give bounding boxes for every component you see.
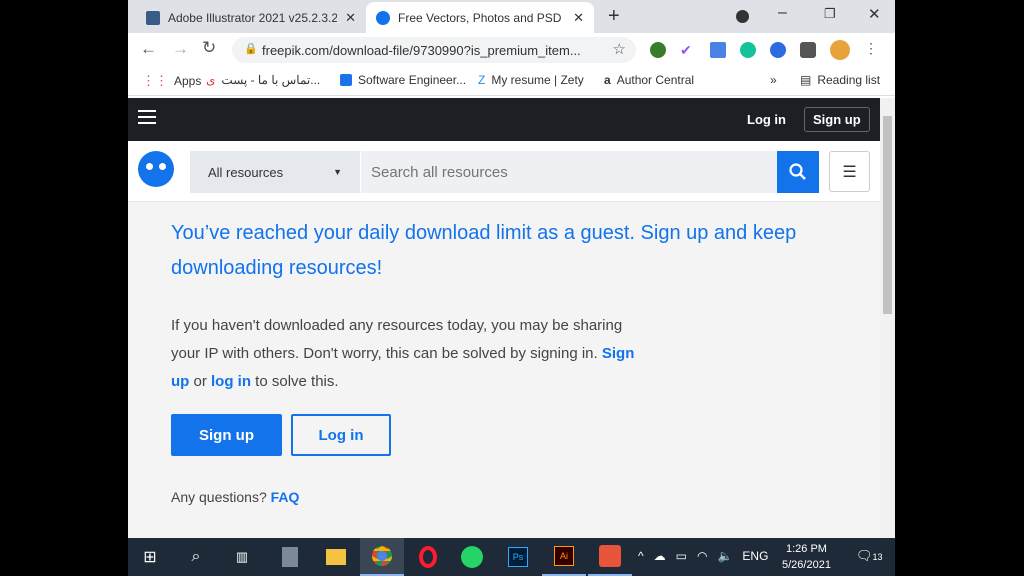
minimize-button[interactable]: – [778,4,787,22]
scrollbar-thumb[interactable] [883,116,892,314]
screen: Adobe Illustrator 2021 v25.2.3.25 ✕ Free… [128,0,895,576]
reading-list-icon: ▤ [800,73,812,87]
opera-icon [419,546,437,568]
new-tab-button[interactable]: + [608,5,620,28]
extension-check-icon[interactable]: ✔ [680,42,696,58]
browser-toolbar: ← → ↻ 🔒 freepik.com/download-file/973099… [128,33,895,67]
onedrive-icon[interactable]: ☁ [654,549,666,563]
extension-translate-icon[interactable] [710,42,726,58]
taskbar: ⊞ ⌕ ▥ Ps Ai ^ ☁ ▭ ◠ 🔈 ENG 1:26 PM 5/26/20… [128,538,895,576]
back-icon[interactable]: ← [140,39,157,59]
sliders-icon: ☰ [842,163,857,181]
extension-grammarly-icon[interactable] [740,42,756,58]
resource-select[interactable]: All resources ▼ [190,151,360,193]
bookmark-contact[interactable]: ى تماس با ما - پست... [206,73,320,87]
close-tab-icon[interactable]: ✕ [345,10,356,26]
caret-down-icon: ▼ [333,167,342,177]
notification-icon: 🗨 [856,548,873,563]
opera-app[interactable] [406,538,450,576]
bookmarks-bar: ⋮⋮ Apps ى تماس با ما - پست... Software Eng… [128,67,895,96]
filters-button[interactable]: ☰ [829,151,870,192]
clock[interactable]: 1:26 PM 5/26/2021 [782,541,831,573]
zety-icon: Z [478,73,486,87]
info-text: If you haven't downloaded any resources … [171,317,635,390]
wifi-icon[interactable]: ◠ [697,549,707,563]
tab-bar: Adobe Illustrator 2021 v25.2.3.25 ✕ Free… [128,0,895,33]
search-icon [789,163,806,180]
extensions: ✔ ⋮ [650,40,878,60]
avatar[interactable] [830,40,850,60]
search-icon: ⌕ [191,548,201,565]
battery-icon[interactable]: ▭ [676,549,687,563]
search-button[interactable] [777,151,819,193]
camtasia-app[interactable] [588,538,632,576]
search-input[interactable] [361,151,777,193]
nav-signup-button[interactable]: Sign up [804,107,870,132]
photoshop-app[interactable]: Ps [496,538,540,576]
search-row: All resources▼ ☰ [128,141,880,202]
whatsapp-app[interactable] [450,538,494,576]
chevron-up-icon[interactable]: ^ [638,549,644,563]
post-icon: ى [206,73,216,87]
extension-at-icon[interactable] [770,42,786,58]
notifications-button[interactable]: 🗨13 [856,548,883,564]
signup-button[interactable]: Sign up [171,414,282,456]
volume-icon[interactable]: 🔈 [717,549,732,563]
bookmark-software-engineer[interactable]: Software Engineer... [340,73,466,87]
apps-grid-icon: ⋮⋮ [142,73,168,88]
amazon-icon: a [604,73,611,87]
whatsapp-icon [461,546,483,568]
language-indicator[interactable]: ENG [742,549,768,563]
calculator-icon [282,547,298,567]
folder-icon [326,549,346,565]
login-button[interactable]: Log in [291,414,391,456]
search-taskbar-button[interactable]: ⌕ [174,538,218,576]
tab-illustrator[interactable]: Adobe Illustrator 2021 v25.2.3.25 ✕ [136,2,366,33]
file-explorer-app[interactable] [314,538,358,576]
freepik-logo[interactable] [138,151,174,187]
forward-icon[interactable]: → [172,39,189,59]
profile-menu-icon[interactable] [736,10,749,23]
illustrator-app[interactable]: Ai [542,538,586,576]
menu-dots-icon[interactable]: ⋮ [864,40,878,60]
bookmark-author-central[interactable]: a Author Central [604,73,694,87]
close-window-button[interactable]: ✕ [868,5,881,23]
tab-freepik[interactable]: Free Vectors, Photos and PSD Do ✕ [366,2,594,33]
task-view-icon: ▥ [235,549,249,564]
hamburger-icon[interactable] [138,110,156,124]
bookmark-icon [340,74,352,86]
page-headline: You’ve reached your daily download limit… [171,222,797,279]
restore-button[interactable]: ❐ [824,6,836,22]
bookmark-apps[interactable]: ⋮⋮ Apps [142,73,201,89]
nav-login-link[interactable]: Log in [747,112,786,127]
illustrator-icon: Ai [554,546,574,566]
windows-icon: ⊞ [143,549,157,566]
faq-link[interactable]: FAQ [271,489,300,505]
reload-icon[interactable]: ↻ [202,38,216,58]
site-nav: Log in Sign up [128,98,880,141]
task-view-button[interactable]: ▥ [220,538,264,576]
bookmarks-overflow[interactable]: » [770,73,777,87]
main-content: You’ve reached your daily download limit… [128,202,880,538]
close-tab-icon[interactable]: ✕ [573,10,584,26]
star-icon[interactable]: ☆ [613,40,626,58]
freepik-icon [376,10,390,25]
bookmark-zety[interactable]: Z My resume | Zety [478,73,584,87]
chrome-app[interactable] [360,538,404,576]
lock-icon: 🔒 [244,43,258,55]
photoshop-icon: Ps [508,547,528,567]
system-tray: ^ ☁ ▭ ◠ 🔈 ENG [638,549,768,563]
reading-list[interactable]: ▤ Reading list [800,73,880,87]
start-button[interactable]: ⊞ [128,538,172,576]
extensions-puzzle-icon[interactable] [800,42,816,58]
calculator-app[interactable] [268,538,312,576]
scrollbar[interactable] [880,98,895,538]
illustrator-icon [146,10,160,25]
camtasia-icon [599,545,621,567]
address-bar[interactable]: 🔒 freepik.com/download-file/9730990?is_p… [232,37,636,63]
login-link[interactable]: log in [211,373,251,390]
questions-text: Any questions? FAQ [171,489,300,505]
chrome-icon [372,546,392,566]
extension-globe-icon[interactable] [650,42,666,58]
